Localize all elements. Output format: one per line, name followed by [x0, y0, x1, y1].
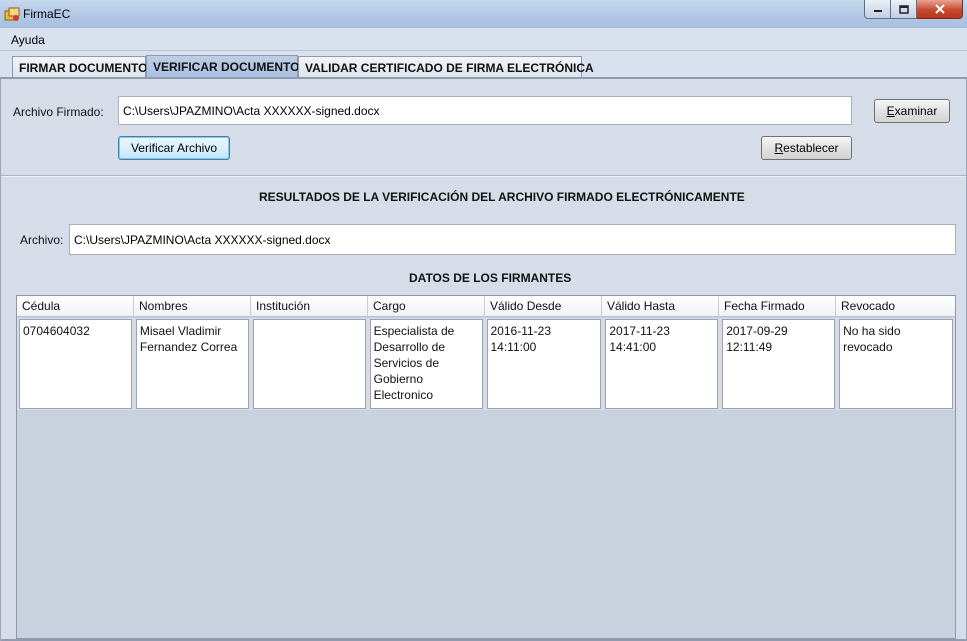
column-header-revocado[interactable]: Revocado: [836, 296, 955, 317]
examinar-label: xaminar: [894, 104, 938, 118]
cell-valido-desde[interactable]: 2016-11-23 14:11:00: [486, 319, 602, 409]
app-icon: [4, 7, 20, 21]
table-row[interactable]: 0704604032 Misael Vladimir Fernandez Cor…: [17, 318, 955, 410]
cell-nombres[interactable]: Misael Vladimir Fernandez Correa: [135, 319, 249, 409]
tab-verificar-documento[interactable]: VERIFICAR DOCUMENTO: [146, 55, 299, 79]
tab-validar-certificado[interactable]: VALIDAR CERTIFICADO DE FIRMA ELECTRÓNICA: [298, 56, 594, 78]
restablecer-label: establecer: [783, 141, 839, 155]
examinar-button[interactable]: Examinar: [874, 99, 950, 123]
menu-bar: Ayuda: [0, 28, 967, 51]
tab-firmar-documento[interactable]: FIRMAR DOCUMENTO: [12, 56, 147, 78]
firmantes-table[interactable]: Cédula Nombres Institución Cargo Válido …: [16, 295, 956, 639]
cell-valido-hasta[interactable]: 2017-11-23 14:41:00: [605, 319, 719, 409]
column-header-fecha-firmado[interactable]: Fecha Firmado: [719, 296, 836, 317]
tab-strip: FIRMAR DOCUMENTO VERIFICAR DOCUMENTO VAL…: [0, 51, 967, 79]
results-heading: RESULTADOS DE LA VERIFICACIÓN DEL ARCHIV…: [259, 190, 745, 204]
maximize-button[interactable]: [891, 0, 917, 19]
close-icon: [934, 4, 945, 14]
restablecer-button[interactable]: Restablecer: [761, 136, 852, 160]
firmantes-heading: DATOS DE LOS FIRMANTES: [409, 271, 572, 285]
verificar-archivo-button[interactable]: Verificar Archivo: [118, 136, 230, 160]
column-header-institucion[interactable]: Institución: [251, 296, 368, 317]
cell-cedula[interactable]: 0704604032: [19, 319, 132, 409]
maximize-icon: [898, 4, 909, 14]
table-header: Cédula Nombres Institución Cargo Válido …: [17, 296, 955, 317]
minimize-icon: [873, 10, 882, 12]
window-title: FirmaEC: [23, 7, 71, 21]
archivo-label: Archivo:: [20, 233, 64, 247]
column-header-valido-hasta[interactable]: Válido Hasta: [602, 296, 719, 317]
archivo-firmado-input[interactable]: C:\Users\JPAZMINO\Acta XXXXXX-signed.doc…: [118, 96, 852, 125]
column-header-valido-desde[interactable]: Válido Desde: [485, 296, 602, 317]
verificar-panel: Archivo Firmado: C:\Users\JPAZMINO\Acta …: [0, 79, 967, 641]
archivo-firmado-label: Archivo Firmado:: [13, 105, 104, 119]
divider-highlight: [1, 176, 966, 177]
column-header-nombres[interactable]: Nombres: [134, 296, 251, 317]
minimize-button[interactable]: [864, 0, 891, 19]
cell-institucion[interactable]: [252, 319, 366, 409]
column-header-cargo[interactable]: Cargo: [368, 296, 485, 317]
cell-cargo[interactable]: Especialista de Desarrollo de Servicios …: [369, 319, 483, 409]
title-bar: FirmaEC: [0, 0, 967, 28]
cell-fecha-firmado[interactable]: 2017-09-29 12:11:49: [722, 319, 836, 409]
archivo-result-field[interactable]: C:\Users\JPAZMINO\Acta XXXXXX-signed.doc…: [69, 224, 956, 255]
column-header-cedula[interactable]: Cédula: [17, 296, 134, 317]
menu-ayuda[interactable]: Ayuda: [11, 33, 45, 47]
close-button[interactable]: [917, 0, 963, 19]
cell-revocado[interactable]: No ha sido revocado: [839, 319, 953, 409]
